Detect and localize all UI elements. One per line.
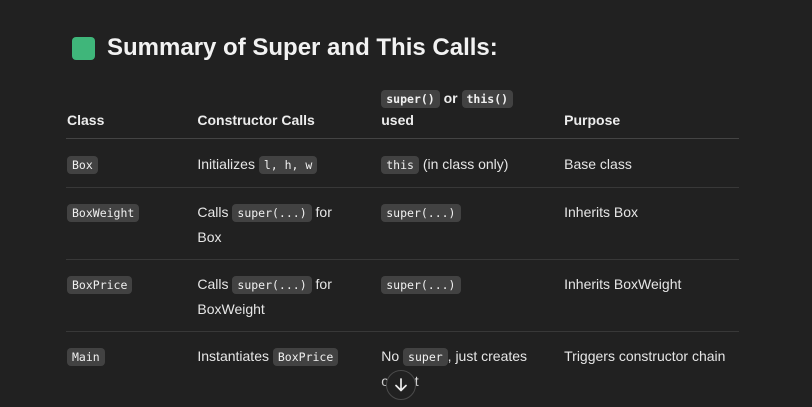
chat-response-view: Summary of Super and This Calls: Class C…	[0, 0, 812, 407]
used-text: (in class only)	[422, 156, 509, 172]
arrow-down-icon	[395, 378, 407, 392]
calls-second-line: BoxWeight	[197, 301, 265, 317]
calls-text: Calls	[197, 276, 229, 292]
cell-class: Main	[66, 332, 196, 405]
cell-purpose: Base class	[563, 138, 739, 188]
calls-after-text: for	[315, 204, 332, 220]
summary-table: Class Constructor Calls super() or this(…	[66, 88, 739, 404]
header-class: Class	[66, 88, 197, 139]
used-code: super(...)	[381, 204, 461, 222]
table-header-row: Class Constructor Calls super() or this(…	[66, 88, 739, 139]
cell-used: this (in class only)	[380, 138, 564, 188]
cell-used: super(...)	[380, 187, 564, 260]
calls-after-text: for	[315, 276, 332, 292]
calls-text: Instantiates	[197, 348, 269, 364]
cell-used: super(...)	[380, 259, 564, 332]
header-or-text: or	[443, 90, 458, 106]
used-code: super(...)	[381, 276, 461, 294]
cell-constructor-calls: Calls super(...) for BoxWeight	[196, 259, 381, 332]
header-used: super() or this() used	[380, 88, 564, 139]
cell-purpose: Inherits Box	[563, 187, 739, 260]
section-heading-text: Summary of Super and This Calls:	[107, 34, 498, 61]
table-row: Box Initializes l, h, w this (in class o…	[66, 138, 739, 188]
calls-text: Initializes	[197, 156, 255, 172]
cell-class: BoxPrice	[66, 259, 197, 332]
table-row: BoxPrice Calls super(...) for BoxWeight …	[66, 259, 739, 332]
class-code: Box	[67, 156, 98, 174]
calls-code: BoxPrice	[272, 348, 339, 366]
calls-text: Calls	[197, 204, 229, 220]
header-code-super: super()	[381, 90, 440, 108]
used-code: super	[403, 348, 448, 366]
header-purpose: Purpose	[563, 88, 739, 139]
cell-constructor-calls: Calls super(...) for Box	[196, 187, 381, 260]
green-square-icon	[72, 36, 95, 60]
cell-class: BoxWeight	[66, 187, 197, 260]
cell-class: Box	[66, 138, 197, 188]
cell-constructor-calls: Initializes l, h, w	[196, 138, 381, 188]
calls-second-line: Box	[197, 229, 222, 245]
cell-constructor-calls: Instantiates BoxPrice	[196, 332, 380, 405]
class-code: BoxPrice	[67, 276, 133, 294]
calls-code: l, h, w	[258, 156, 318, 174]
used-text: , just creates	[447, 348, 528, 364]
calls-code: super(...)	[232, 276, 312, 294]
header-code-this: this()	[461, 90, 514, 108]
scroll-to-bottom-button[interactable]	[386, 370, 416, 400]
cell-purpose: Triggers constructor chain	[564, 348, 726, 364]
section-heading: Summary of Super and This Calls:	[72, 34, 498, 62]
used-code: this	[381, 156, 419, 174]
class-code: Main	[67, 348, 105, 366]
class-code: BoxWeight	[67, 204, 140, 222]
cell-purpose: Inherits BoxWeight	[563, 259, 739, 332]
used-pre-text: No	[381, 348, 400, 364]
table-row: BoxWeight Calls super(...) for Box super…	[66, 187, 739, 260]
header-used-text: used	[381, 112, 414, 128]
calls-code: super(...)	[232, 204, 312, 222]
header-constructor-calls: Constructor Calls	[196, 88, 381, 139]
